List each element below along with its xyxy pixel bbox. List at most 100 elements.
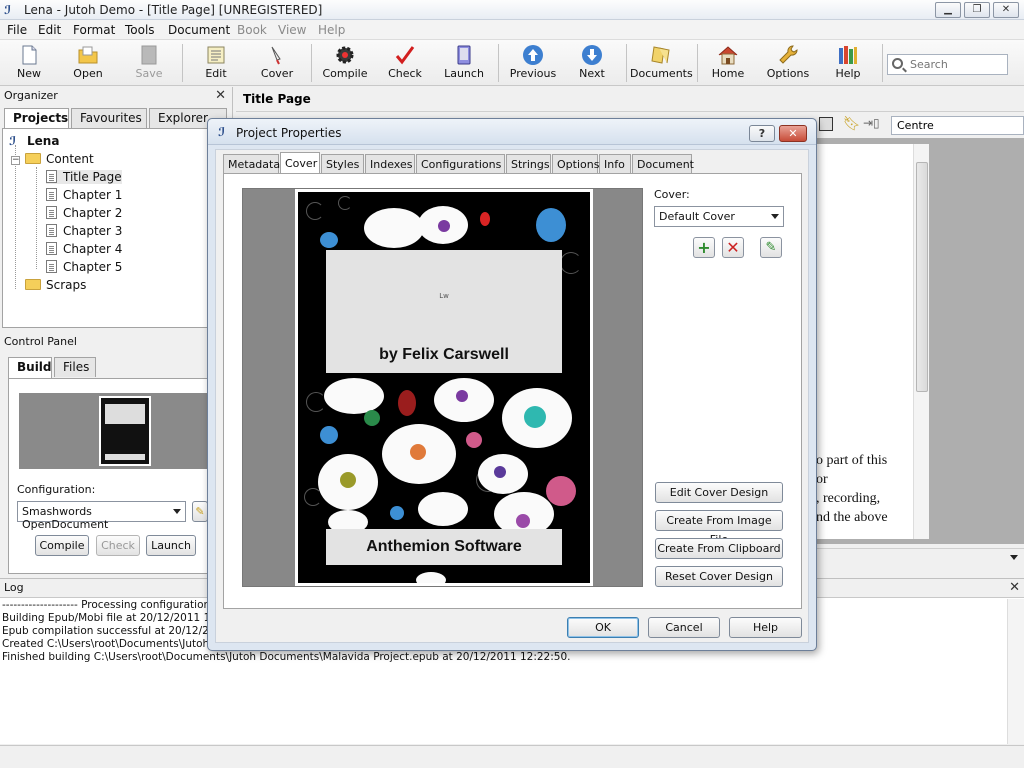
search-input[interactable] [910,57,1004,72]
editor-tab-title[interactable]: Title Page [243,92,311,106]
swirl-decoration [306,202,324,220]
new-button[interactable]: New [1,42,57,84]
menu-tools[interactable]: Tools [125,23,155,37]
editor-bottom-bar [816,548,1024,570]
tree-folder-scraps[interactable]: Scraps [25,278,86,292]
page-icon [46,242,57,255]
tree-folder-content[interactable]: Content [25,152,94,166]
cancel-button[interactable]: Cancel [648,617,720,638]
tab-metadata[interactable]: Metadata [223,154,280,173]
close-icon[interactable]: ✕ [215,88,226,103]
tree-item-chapter-3[interactable]: Chapter 3 [46,224,122,238]
configuration-select[interactable]: Smashwords OpenDocument [17,501,186,531]
documents-button[interactable]: Documents [630,42,693,84]
tree-item-chapter-4[interactable]: Chapter 4 [46,242,122,256]
compile-gear-icon [336,46,354,64]
check-button[interactable]: Check [377,42,433,84]
close-icon[interactable]: ✕ [779,125,807,142]
tab-strings[interactable]: Strings [506,154,551,173]
cover-preview: Lw by Felix Carswell Anthemion Software [295,189,593,586]
reset-cover-design-button[interactable]: Reset Cover Design [655,566,783,587]
help-footer-button[interactable]: Help [729,617,802,638]
previous-button[interactable]: Previous [505,42,561,84]
edit-cover-button[interactable]: ✎ [760,237,782,258]
open-folder-icon [78,46,98,64]
tab-options[interactable]: Options [552,154,599,173]
cover-label: Cover: [654,188,690,201]
title-bar: ℐ Lena - Jutoh Demo - [Title Page] [UNRE… [0,0,1024,20]
cover-button[interactable]: Cover [249,42,305,84]
tab-configurations[interactable]: Configurations [416,154,505,173]
tree-item-title-page[interactable]: Title Page [46,170,122,184]
help-button[interactable]: ? [749,125,775,142]
add-cover-button[interactable]: + [693,237,715,258]
edit-cover-design-button[interactable]: Edit Cover Design [655,482,783,503]
launch-button[interactable]: Launch [146,535,196,556]
log-line: Finished building C:\Users\root\Document… [2,651,571,663]
editor-text-line: , recording, [816,491,881,506]
cover-select[interactable]: Default Cover [654,206,784,227]
tab-styles[interactable]: Styles [321,154,364,173]
toolbar-separator [697,44,698,82]
create-from-image-file-button[interactable]: Create From Image File [655,510,783,546]
bookmark-icon[interactable]: 🔖︎ [843,116,861,132]
log-scrollbar[interactable] [1007,599,1024,744]
minimize-icon[interactable]: ▁ [935,2,961,18]
create-from-clipboard-button[interactable]: Create From Clipboard [655,538,783,559]
cover-icon [271,46,281,65]
menu-document[interactable]: Document [168,23,230,37]
tree-root[interactable]: ℐ Lena [9,134,59,148]
ok-button[interactable]: OK [567,617,639,638]
tab-build[interactable]: Build [8,357,52,378]
collapse-icon[interactable]: − [11,156,20,165]
home-button[interactable]: Home [700,42,756,84]
launch-button[interactable]: Launch [436,42,492,84]
menu-edit[interactable]: Edit [38,23,61,37]
menu-file[interactable]: File [7,23,27,37]
tree-item-chapter-2[interactable]: Chapter 2 [46,206,122,220]
close-icon[interactable]: ✕ [993,2,1019,18]
tab-indexes[interactable]: Indexes [365,154,415,173]
check-button[interactable]: Check [96,535,140,556]
edit-button[interactable]: Edit [188,42,244,84]
help-button[interactable]: Help [820,42,876,84]
save-button[interactable]: Save [121,42,177,84]
options-button[interactable]: Options [760,42,816,84]
flower-decoration [546,476,576,506]
editor-vertical-scrollbar[interactable] [913,144,929,539]
flower-decoration [438,220,450,232]
cover-publisher-box: Anthemion Software [326,529,562,565]
menu-format[interactable]: Format [73,23,115,37]
tree-item-chapter-1[interactable]: Chapter 1 [46,188,122,202]
edit-configuration-button[interactable]: ✎ [192,501,208,522]
tab-files[interactable]: Files [54,357,96,377]
editor-page[interactable]: o part of this or , recording, nd the ab… [816,144,914,539]
flower-decoration [364,410,380,426]
indent-icon[interactable]: ⇥▯ [863,116,880,130]
scrollbar-thumb[interactable] [916,162,928,392]
dialog-title: Project Properties [236,126,342,140]
menu-view[interactable]: View [278,23,306,37]
tab-projects[interactable]: Projects [4,108,69,129]
save-icon[interactable] [819,117,833,131]
next-button[interactable]: Next [564,42,620,84]
menu-book[interactable]: Book [237,23,267,37]
close-icon[interactable]: ✕ [1009,580,1020,595]
tab-document[interactable]: Document [632,154,694,173]
tree-item-chapter-5[interactable]: Chapter 5 [46,260,122,274]
folder-icon [25,279,41,290]
compile-button[interactable]: Compile [317,42,373,84]
search-box[interactable] [887,54,1008,75]
alignment-select[interactable]: Centre [891,116,1024,135]
menu-help[interactable]: Help [318,23,345,37]
toolbar-separator [498,44,499,82]
tab-favourites[interactable]: Favourites [71,108,147,128]
chevron-down-icon[interactable] [1010,555,1018,560]
flower-decoration [516,514,530,528]
maximize-icon[interactable]: ❐ [964,2,990,18]
open-button[interactable]: Open [60,42,116,84]
delete-cover-button[interactable]: ✕ [722,237,744,258]
tab-cover[interactable]: Cover [280,152,320,174]
compile-button[interactable]: Compile [35,535,89,556]
tab-info[interactable]: Info [599,154,631,173]
